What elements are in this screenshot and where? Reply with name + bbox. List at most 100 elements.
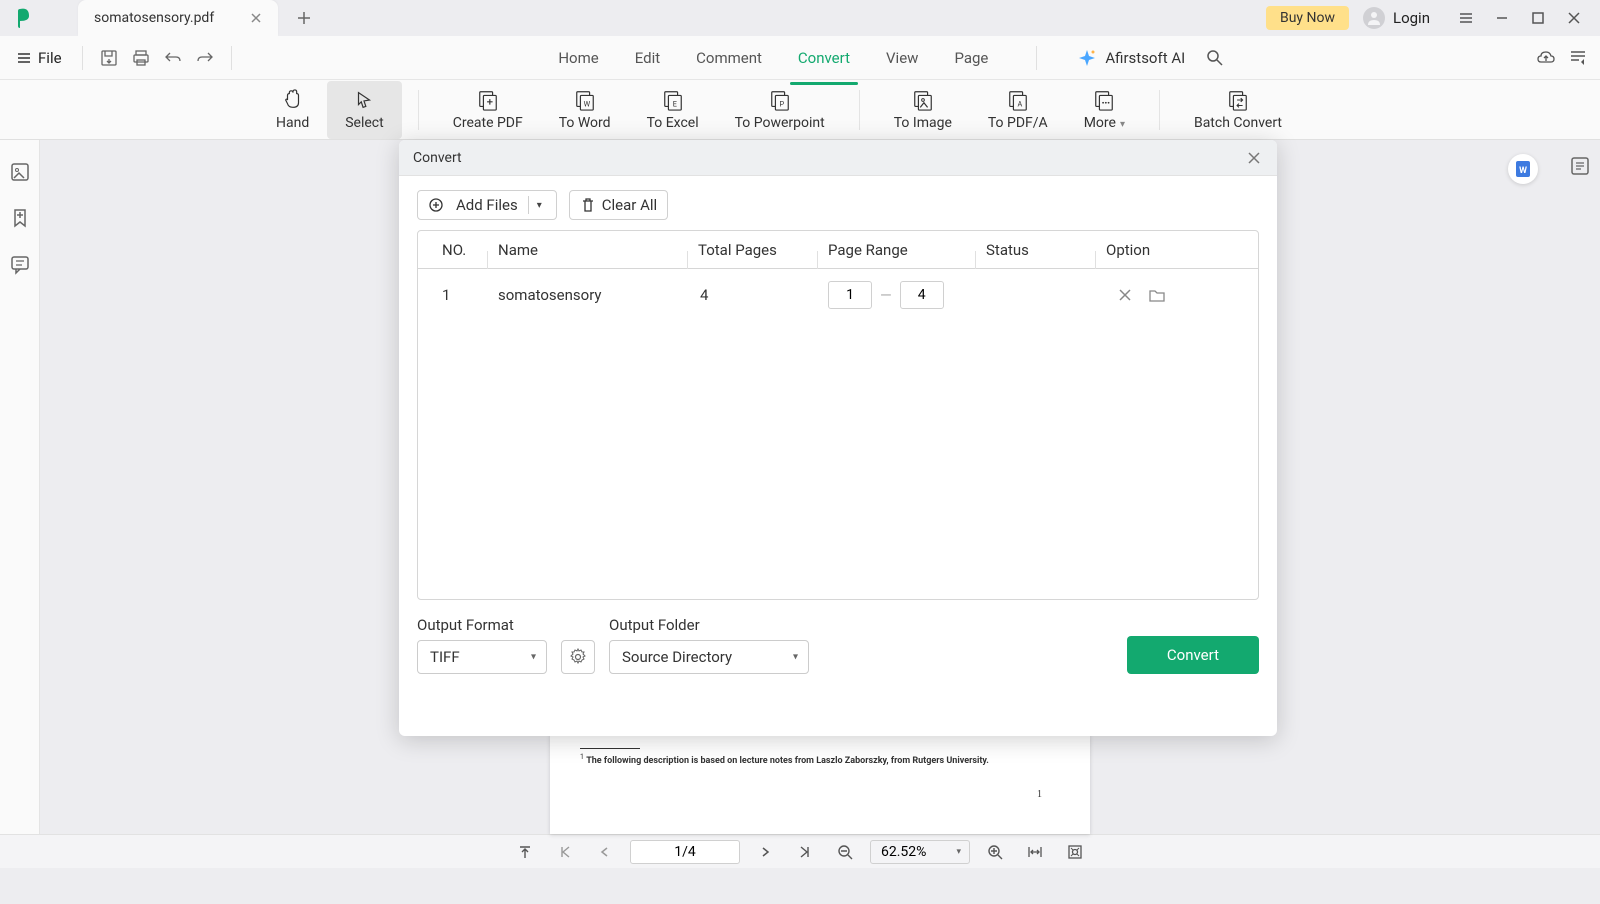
document-tab[interactable]: somatosensory.pdf <box>78 0 278 36</box>
clear-all-button[interactable]: Clear All <box>569 190 668 220</box>
panel-toggle-button[interactable] <box>1562 42 1594 74</box>
close-window-button[interactable] <box>1556 0 1592 36</box>
fit-width-button[interactable] <box>1020 837 1050 867</box>
comments-panel-button[interactable] <box>8 252 32 276</box>
next-page-button[interactable] <box>750 837 780 867</box>
cursor-icon <box>353 89 375 111</box>
document-preview: 1 The following description is based on … <box>550 734 1090 834</box>
last-page-button[interactable] <box>790 837 820 867</box>
menu-page[interactable]: Page <box>936 41 1006 75</box>
chevron-down-icon[interactable]: ▾ <box>533 198 546 213</box>
menu-convert[interactable]: Convert <box>780 41 868 75</box>
menu-view[interactable]: View <box>868 41 936 75</box>
cloud-button[interactable] <box>1530 42 1562 74</box>
doc-footnote-text: The following description is based on le… <box>586 756 989 766</box>
output-format-value: TIFF <box>430 648 460 666</box>
batch-convert-button[interactable]: Batch Convert <box>1176 81 1300 139</box>
first-page-button[interactable] <box>550 837 580 867</box>
row-name: somatosensory <box>488 286 688 304</box>
dialog-close-button[interactable] <box>1245 149 1263 167</box>
zoom-level-select[interactable]: 62.52% ▾ <box>870 840 970 864</box>
row-total: 4 <box>688 286 818 304</box>
pdfa-icon: A <box>1007 89 1029 111</box>
menu-button[interactable] <box>1448 0 1484 36</box>
thumbnails-panel-button[interactable] <box>8 160 32 184</box>
svg-text:W: W <box>583 99 590 108</box>
excel-icon: E <box>662 89 684 111</box>
to-image-label: To Image <box>894 115 952 131</box>
bookmarks-panel-button[interactable] <box>8 206 32 230</box>
svg-text:P: P <box>779 99 784 108</box>
buy-now-button[interactable]: Buy Now <box>1266 6 1349 30</box>
tab-close-icon[interactable] <box>248 10 264 26</box>
to-ppt-label: To Powerpoint <box>735 115 825 131</box>
to-pdfa-label: To PDF/A <box>988 115 1048 131</box>
more-icon <box>1093 89 1115 111</box>
new-tab-button[interactable] <box>290 4 318 32</box>
doc-page-number: 1 <box>1037 789 1042 800</box>
table-row: 1 somatosensory 4 — <box>418 269 1258 321</box>
file-menu-button[interactable]: File <box>6 43 72 73</box>
convert-button[interactable]: Convert <box>1127 636 1259 674</box>
hand-tool-button[interactable]: Hand <box>258 81 327 139</box>
col-header-name: Name <box>488 241 688 259</box>
chevron-down-icon: ▾ <box>531 652 536 663</box>
zoom-in-button[interactable] <box>980 837 1010 867</box>
menu-comment[interactable]: Comment <box>678 41 780 75</box>
row-no: 1 <box>418 286 488 304</box>
output-format-select[interactable]: TIFF ▾ <box>417 640 547 674</box>
page-range-from-input[interactable] <box>828 281 872 309</box>
add-files-button[interactable]: Add Files ▾ <box>417 190 557 220</box>
image-icon <box>912 89 934 111</box>
to-powerpoint-button[interactable]: P To Powerpoint <box>717 81 843 139</box>
output-folder-label: Output Folder <box>609 616 809 634</box>
dialog-title: Convert <box>413 150 1245 166</box>
chevron-down-icon: ▾ <box>956 847 961 857</box>
remove-row-button[interactable] <box>1116 286 1134 304</box>
to-excel-button[interactable]: E To Excel <box>629 81 717 139</box>
zoom-out-button[interactable] <box>830 837 860 867</box>
login-button[interactable]: Login <box>1393 9 1430 27</box>
prev-page-button[interactable] <box>590 837 620 867</box>
convert-word-floating-button[interactable]: W <box>1508 154 1538 184</box>
redo-button[interactable] <box>189 42 221 74</box>
col-header-total: Total Pages <box>688 241 818 259</box>
range-dash: — <box>880 286 892 304</box>
search-button[interactable] <box>1199 42 1231 74</box>
menu-edit[interactable]: Edit <box>617 41 678 75</box>
to-word-button[interactable]: W To Word <box>541 81 629 139</box>
page-range-to-input[interactable] <box>900 281 944 309</box>
word-doc-icon: W <box>1513 159 1533 179</box>
page-number-input[interactable] <box>630 840 740 864</box>
save-button[interactable] <box>93 42 125 74</box>
undo-button[interactable] <box>157 42 189 74</box>
print-button[interactable] <box>125 42 157 74</box>
to-word-label: To Word <box>559 115 611 131</box>
more-label: More <box>1084 115 1116 131</box>
open-folder-button[interactable] <box>1148 286 1166 304</box>
scroll-top-button[interactable] <box>510 837 540 867</box>
to-image-button[interactable]: To Image <box>876 81 970 139</box>
avatar-icon[interactable] <box>1363 7 1385 29</box>
minimize-button[interactable] <box>1484 0 1520 36</box>
powerpoint-icon: P <box>769 89 791 111</box>
more-button[interactable]: More▾ <box>1066 81 1143 139</box>
maximize-button[interactable] <box>1520 0 1556 36</box>
col-header-status: Status <box>976 241 1096 259</box>
tab-title: somatosensory.pdf <box>94 10 236 26</box>
menu-home[interactable]: Home <box>540 41 616 75</box>
batch-label: Batch Convert <box>1194 115 1282 131</box>
ai-assistant-button[interactable]: Afirstsoft AI <box>1077 48 1185 68</box>
plus-circle-icon <box>428 197 444 213</box>
output-folder-select[interactable]: Source Directory ▾ <box>609 640 809 674</box>
create-pdf-button[interactable]: Create PDF <box>435 81 541 139</box>
fit-page-button[interactable] <box>1060 837 1090 867</box>
hand-label: Hand <box>276 115 309 131</box>
format-settings-button[interactable] <box>561 640 595 674</box>
to-pdfa-button[interactable]: A To PDF/A <box>970 81 1066 139</box>
create-pdf-icon <box>477 89 499 111</box>
batch-icon <box>1227 89 1249 111</box>
select-tool-button[interactable]: Select <box>327 81 401 139</box>
right-panel-toggle-button[interactable] <box>1568 154 1592 178</box>
ai-label-text: Afirstsoft AI <box>1105 49 1185 67</box>
